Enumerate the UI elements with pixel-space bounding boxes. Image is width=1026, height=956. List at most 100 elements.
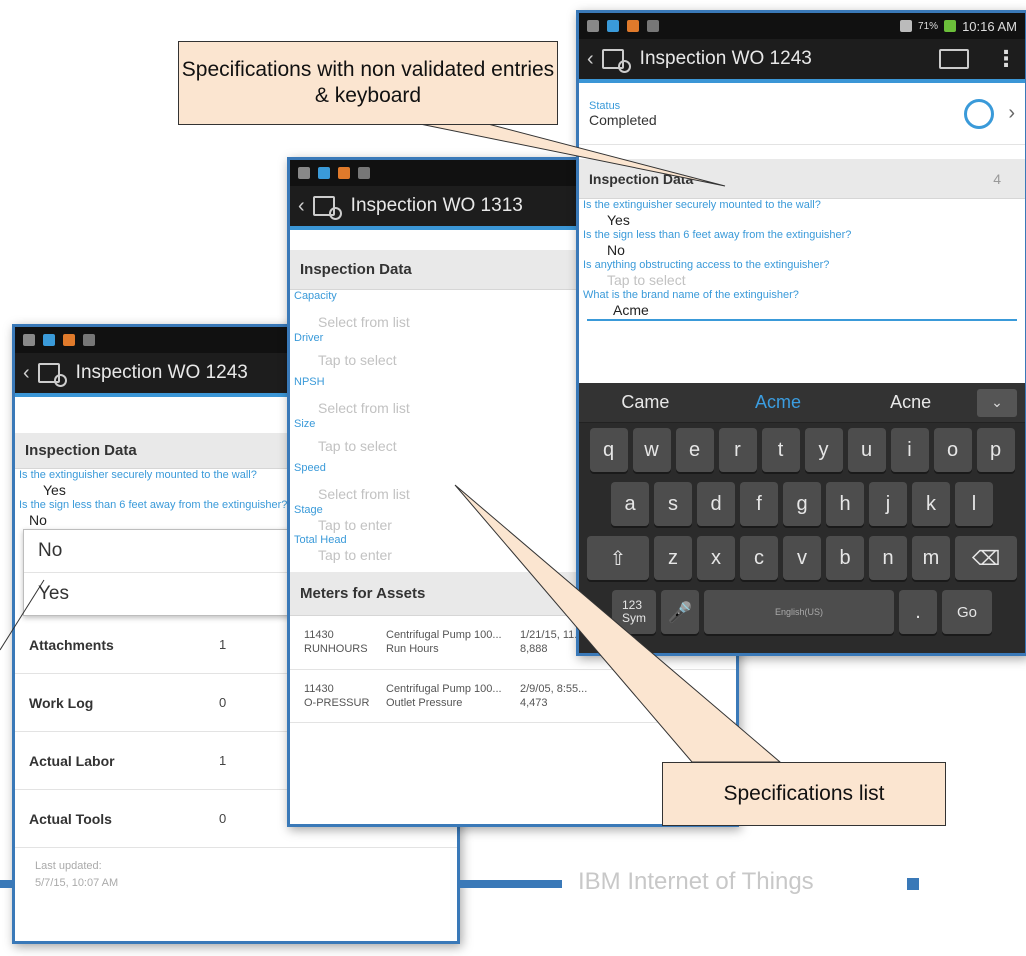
soft-keyboard: Came Acme Acne ⌄ qwertyuiop asdfghjkl ⇧ … (579, 383, 1025, 653)
period-key[interactable]: . (899, 590, 937, 634)
last-updated-label: Last updated: (35, 860, 102, 872)
suggestion[interactable]: Came (579, 392, 712, 413)
callout-specifications-keyboard: Specifications with non validated entrie… (178, 41, 558, 125)
suggestion-bar: Came Acme Acne ⌄ (579, 383, 1025, 423)
back-chevron-icon[interactable]: ‹ (23, 362, 30, 385)
overflow-menu-icon[interactable]: ⋮ (995, 46, 1017, 72)
key-b[interactable]: b (826, 536, 864, 580)
key-s[interactable]: s (654, 482, 692, 526)
timer-icon[interactable] (964, 98, 995, 129)
key-c[interactable]: c (740, 536, 778, 580)
symbols-key[interactable]: 123 Sym (612, 590, 656, 634)
key-u[interactable]: u (847, 428, 886, 472)
camera-icon[interactable] (939, 49, 969, 69)
reading-value: 4,473 (520, 696, 548, 709)
keyboard-row: 123 Sym 🎤 English(US) . Go (579, 585, 1025, 639)
key-l[interactable]: l (955, 482, 993, 526)
inspection-app-icon (37, 363, 67, 387)
key-n[interactable]: n (869, 536, 907, 580)
status-row[interactable]: Status Completed › (579, 83, 1025, 145)
status-label: Status (589, 99, 621, 112)
meter-name: O-PRESSUR (304, 696, 370, 709)
key-x[interactable]: x (697, 536, 735, 580)
app-notification-icon (63, 334, 75, 346)
reading-date: 2/9/05, 8:55... (520, 682, 588, 695)
key-p[interactable]: p (976, 428, 1015, 472)
status-value: Completed (589, 111, 657, 128)
meter-row[interactable]: 11430 O-PRESSUR Centrifugal Pump 100... Ou… (290, 670, 736, 724)
chevron-down-icon[interactable]: ⌄ (977, 388, 1018, 417)
reading-date: 1/21/15, 11... (520, 629, 584, 641)
key-f[interactable]: f (740, 482, 778, 526)
key-z[interactable]: z (654, 536, 692, 580)
back-chevron-icon[interactable]: ‹ (587, 48, 594, 71)
reading-value: 8,888 (520, 643, 548, 656)
microphone-key-icon[interactable]: 🎤 (661, 590, 699, 634)
section-header[interactable]: Inspection Data 4 (579, 159, 1025, 199)
shift-key-icon[interactable]: ⇧ (587, 536, 649, 580)
brand-name-input[interactable]: Acme (587, 301, 1017, 321)
go-key[interactable]: Go (942, 590, 992, 634)
key-k[interactable]: k (912, 482, 950, 526)
status-bar: 71% 10:16 AM (579, 13, 1025, 39)
page-title: Inspection WO 1313 (350, 195, 523, 216)
key-w[interactable]: w (632, 428, 671, 472)
row-count: 0 (219, 811, 227, 826)
row-label: Work Log (29, 694, 94, 711)
key-q[interactable]: q (589, 428, 628, 472)
meter-description: Run Hours (386, 643, 439, 656)
section-title: Meters for Assets (300, 585, 426, 602)
key-o[interactable]: o (933, 428, 972, 472)
app-notification-icon (627, 20, 639, 32)
answer-select[interactable]: Tap to select (579, 271, 1025, 289)
section-count: 4 (993, 170, 1001, 187)
page-title: Inspection WO 1243 (639, 48, 812, 69)
row-count: 0 (219, 695, 227, 710)
brand-bar-right (460, 880, 562, 888)
usb-icon (298, 167, 310, 179)
key-y[interactable]: y (804, 428, 843, 472)
suggestion-selected[interactable]: Acme (712, 392, 845, 413)
answer-value[interactable]: No (579, 241, 1025, 259)
suggestion[interactable]: Acne (844, 392, 977, 413)
key-v[interactable]: v (783, 536, 821, 580)
last-updated: Last updated: 5/7/15, 10:07 AM (15, 848, 457, 901)
asset-description: Centrifugal Pump 100... (386, 682, 502, 695)
last-updated-value: 5/7/15, 10:07 AM (35, 876, 119, 889)
image-icon (647, 20, 659, 32)
key-h[interactable]: h (826, 482, 864, 526)
key-m[interactable]: m (912, 536, 950, 580)
page-title: Inspection WO 1243 (75, 362, 248, 383)
app-notification-icon (338, 167, 350, 179)
section-title: Inspection Data (25, 442, 137, 459)
row-label: Actual Tools (29, 810, 112, 827)
key-a[interactable]: a (611, 482, 649, 526)
key-g[interactable]: g (783, 482, 821, 526)
question-label: Is the extinguisher securely mounted to … (583, 199, 821, 211)
notification-icon (43, 334, 55, 346)
backspace-key-icon[interactable]: ⌫ (955, 536, 1017, 580)
brand-footer: IBM Internet of Things (578, 868, 814, 895)
key-j[interactable]: j (869, 482, 907, 526)
wifi-icon (900, 20, 913, 32)
answer-value[interactable]: Yes (579, 211, 1025, 229)
battery-percent: 71% (918, 20, 939, 32)
row-count: 1 (219, 753, 227, 768)
row-label: Attachments (29, 636, 114, 653)
asset-description: Centrifugal Pump 100... (386, 629, 502, 641)
keyboard-row: ⇧ z x c v b n m ⌫ (579, 531, 1025, 585)
app-title-bar: ‹ Inspection WO 1243 ⋮ (579, 39, 1025, 83)
key-i[interactable]: i (890, 428, 929, 472)
space-key[interactable]: English(US) (704, 590, 894, 634)
brand-square (907, 878, 919, 890)
usb-icon (587, 20, 599, 32)
chevron-right-icon[interactable]: › (1008, 102, 1015, 125)
meter-name: RUNHOURS (304, 643, 368, 656)
key-d[interactable]: d (697, 482, 735, 526)
key-t[interactable]: t (761, 428, 800, 472)
key-e[interactable]: e (675, 428, 714, 472)
section-title: Inspection Data (589, 170, 694, 187)
back-chevron-icon[interactable]: ‹ (298, 195, 305, 218)
key-r[interactable]: r (718, 428, 757, 472)
notification-icon (607, 20, 619, 32)
